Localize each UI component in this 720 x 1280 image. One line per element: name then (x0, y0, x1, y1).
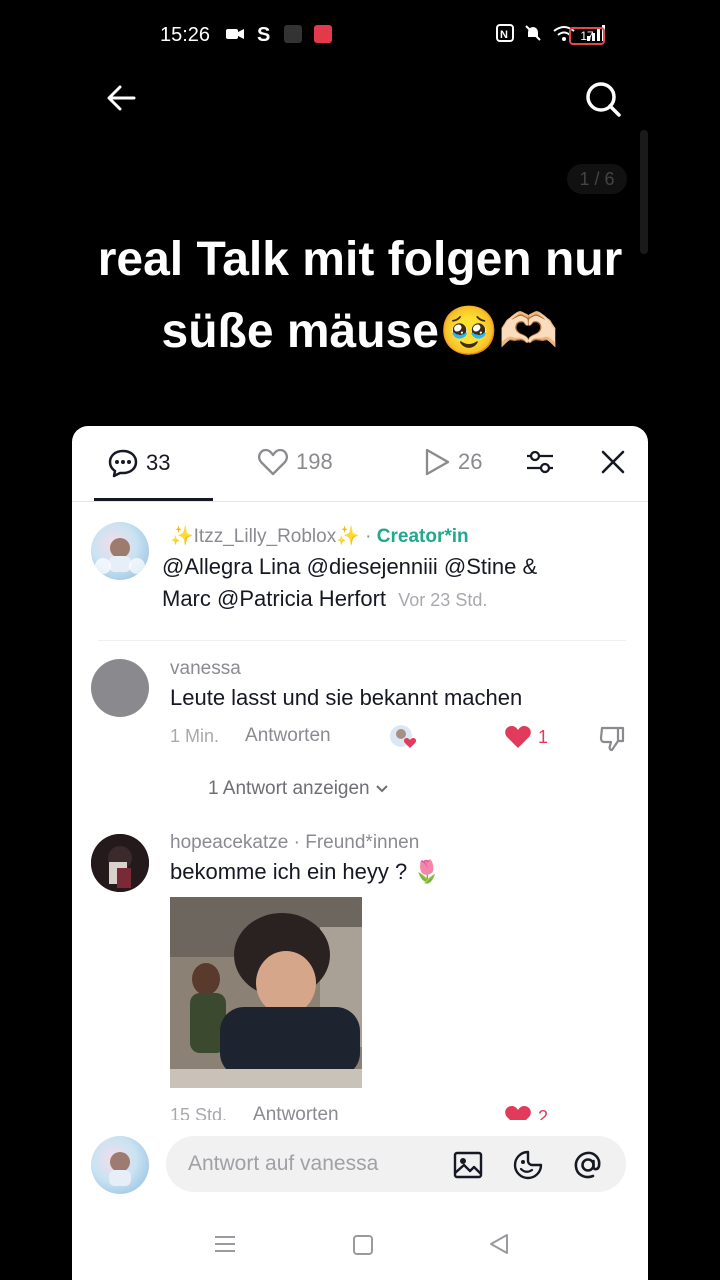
battery-indicator: 17 (569, 27, 605, 45)
video-icon (226, 29, 244, 39)
app-icon (284, 25, 302, 43)
nfc-icon: N (496, 24, 514, 42)
post-headline: real Talk mit folgen nur süße mäuse🥹🫶🏻 (60, 224, 660, 368)
avatar-image (95, 538, 145, 574)
comment-sheet-tabs: 33 198 26 (72, 426, 648, 502)
image-icon[interactable] (452, 1149, 484, 1181)
youtube-icon (314, 25, 332, 43)
comment-time: Vor 23 Std. (398, 590, 488, 610)
avatar[interactable] (91, 659, 149, 717)
reply-input-bar: Antwort auf vanessa (72, 1120, 648, 1218)
comment-bubble-icon (108, 449, 138, 478)
system-nav-bar (72, 1222, 648, 1280)
likes-count: 198 (296, 449, 333, 474)
close-icon[interactable] (599, 448, 627, 476)
tab-comments[interactable]: 33 (108, 448, 170, 478)
mute-bell-icon (525, 25, 541, 41)
reply-input[interactable]: Antwort auf vanessa (166, 1136, 626, 1192)
comment-username[interactable]: ✨Itzz_Lilly_Roblox✨ · Creator*in (170, 524, 469, 548)
back-triangle-icon[interactable] (488, 1233, 510, 1255)
avatar[interactable] (91, 522, 149, 580)
headline-line-2: süße mäuse🥹🫶🏻 (161, 305, 559, 358)
divider (98, 640, 626, 641)
friend-badge: Freund*innen (305, 832, 420, 853)
back-arrow-icon[interactable] (104, 80, 140, 116)
avatar-image (91, 834, 149, 892)
home-square-icon[interactable] (352, 1234, 374, 1256)
view-replies-button[interactable]: 1 Antwort anzeigen (208, 778, 389, 800)
headline-line-1: real Talk mit folgen nur (97, 233, 623, 286)
video-thumbnail-image (170, 897, 362, 1088)
headline-emoji: 🥹🫶🏻 (438, 305, 559, 358)
reply-input-placeholder: Antwort auf vanessa (188, 1152, 379, 1175)
heart-filled-icon (505, 726, 531, 748)
page-indicator: 1 / 6 (567, 164, 627, 194)
filter-sliders-icon[interactable] (524, 446, 556, 478)
avatar[interactable] (91, 834, 149, 892)
comment-meta: 1 Min. Antworten (170, 725, 331, 747)
play-outline-icon (425, 448, 450, 476)
tulip-emoji: 🌷 (413, 859, 441, 884)
avatar-image (109, 1152, 131, 1186)
svg-text:N: N (500, 29, 508, 41)
comment-text: bekomme ich ein heyy ? 🌷 (170, 859, 441, 884)
menu-lines-icon[interactable] (214, 1234, 236, 1254)
comment-username[interactable]: vanessa (170, 658, 241, 680)
comment-video-thumbnail[interactable] (170, 897, 362, 1088)
chevron-down-icon (376, 785, 388, 793)
like-button[interactable]: 1 (504, 724, 548, 750)
tab-likes[interactable]: 198 (258, 448, 333, 476)
views-count: 26 (458, 449, 483, 474)
creator-liked-avatar-icon (390, 725, 417, 748)
heart-outline-icon (258, 448, 288, 476)
mention-at-icon[interactable] (572, 1149, 604, 1181)
comments-count: 33 (146, 450, 171, 475)
s-app-icon: S (257, 24, 270, 44)
tab-views[interactable]: 26 (424, 448, 482, 476)
status-app-icons: S (226, 24, 332, 44)
comment-time: 1 Min. (170, 725, 220, 746)
reply-button[interactable]: Antworten (245, 725, 331, 747)
creator-badge: Creator*in (376, 526, 469, 547)
status-bar: 15:26 S N 17 (0, 0, 720, 72)
svg-text:S: S (257, 24, 270, 44)
search-icon[interactable] (584, 80, 622, 118)
sticker-emoji-icon[interactable] (512, 1149, 544, 1181)
comment-username[interactable]: hopeacekatze · Freund*innen (170, 832, 419, 854)
comment-text: @Allegra Lina @diesejenniii @Stine & Mar… (162, 554, 538, 611)
comment-text: Leute lasst und sie bekannt machen (170, 685, 523, 710)
status-time: 15:26 (160, 24, 211, 46)
current-user-avatar (91, 1136, 149, 1194)
dislike-icon[interactable] (598, 724, 626, 752)
active-tab-underline (94, 498, 213, 501)
comments-sheet: 33 198 26 ✨Itzz_Lilly_Roblox✨ · Creator*… (72, 426, 648, 1280)
like-count: 1 (538, 726, 549, 747)
